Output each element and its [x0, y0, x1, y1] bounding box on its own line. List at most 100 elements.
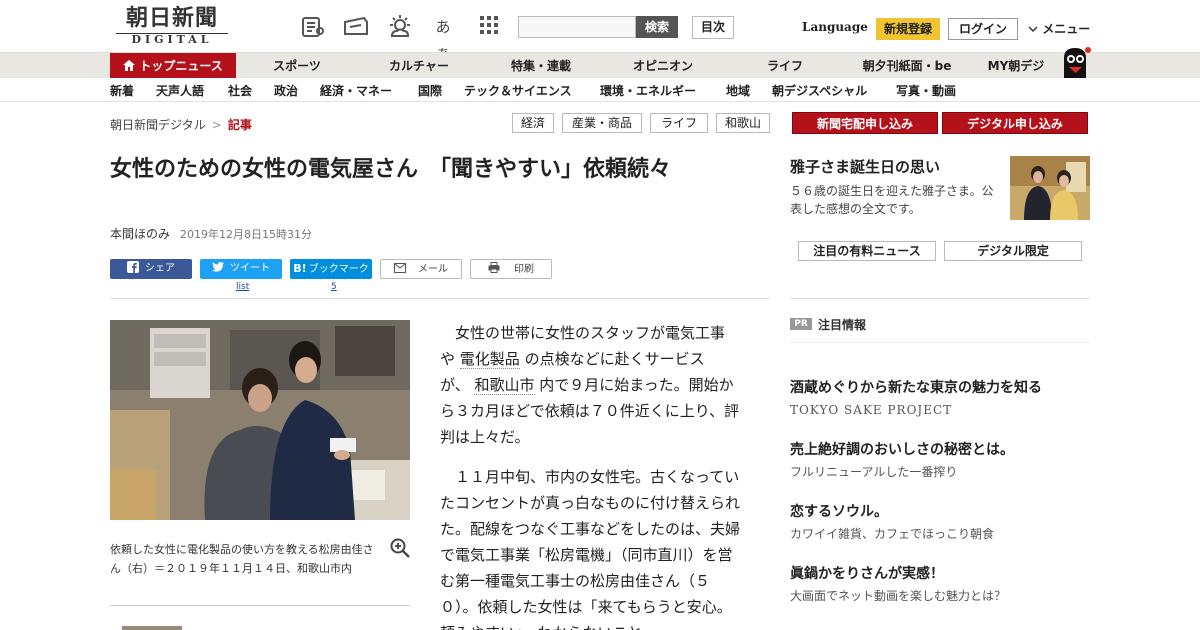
- hatena-count-link[interactable]: 5: [331, 282, 337, 292]
- breadcrumb-separator: >: [211, 118, 222, 132]
- hatena-bookmark-label: ブックマーク: [308, 264, 369, 275]
- tag-life[interactable]: ライフ: [650, 113, 708, 133]
- coupon-ticket-icon[interactable]: [342, 14, 368, 40]
- pr-item-subtitle: カワイイ雑貨、カフェでほっこり朝食: [790, 527, 995, 541]
- font-size-icon[interactable]: あぁ: [430, 14, 456, 62]
- subnav-item-tenseijingo[interactable]: 天声人語: [156, 82, 204, 99]
- article-headline: 女性のための女性の電気屋さん 「聞きやすい」依頼続々: [110, 157, 672, 182]
- toc-button[interactable]: 目次: [692, 16, 734, 39]
- facebook-share-button[interactable]: シェア: [110, 259, 192, 279]
- twitter-bird-icon: [212, 262, 230, 274]
- pr-item-subtitle: 大画面でネット動画を楽しむ魅力とは？: [790, 589, 1007, 603]
- pr-item[interactable]: 売上絶好調のおいしさの秘密とは。 フルリニューアルした一番搾り: [790, 440, 1090, 482]
- news-reader-icon[interactable]: [300, 14, 326, 40]
- subnav-item-environment[interactable]: 環境・エネルギー: [600, 82, 696, 99]
- search-button[interactable]: 検索: [636, 16, 678, 38]
- login-button[interactable]: ログイン: [948, 18, 1018, 40]
- subnav-item-politics[interactable]: 政治: [274, 82, 298, 99]
- related-photo-thumbnail[interactable]: [122, 626, 182, 630]
- category-life[interactable]: ライフ: [738, 53, 832, 79]
- twitter-share-label: ツイート: [230, 263, 270, 274]
- pr-item-title: 売上絶好調のおいしさの秘密とは。: [790, 442, 1014, 458]
- author: 本間ほのみ: [110, 227, 171, 241]
- mascot-character-icon[interactable]: [1058, 44, 1092, 78]
- category-features[interactable]: 特集・連載: [494, 53, 588, 79]
- article-photo[interactable]: [110, 320, 410, 520]
- digital-only-button[interactable]: デジタル限定: [944, 241, 1082, 261]
- publish-date: 2019年12月8日15時31分: [180, 228, 312, 241]
- pr-item-subtitle: TOKYO SAKE PROJECT: [790, 403, 953, 417]
- pr-section-heading: 注目情報: [818, 318, 867, 332]
- twitter-share-button[interactable]: ツイート: [200, 259, 282, 279]
- article-paragraph: 女性の世帯に女性のスタッフが電気工事や 電化製品 の点検などに赴くサービスが、 …: [440, 320, 746, 450]
- paid-news-button[interactable]: 注目の有料ニュース: [798, 241, 936, 261]
- pr-item-title: 恋するソウル。: [790, 504, 888, 520]
- print-button[interactable]: 印刷: [470, 259, 552, 279]
- zoom-magnifier-icon[interactable]: [390, 538, 410, 558]
- byline: 本間ほのみ 2019年12月8日15時31分: [110, 225, 312, 242]
- site-header: 朝日新聞 DIGITAL あぁ 検索 目次 Language 新規登録 ログイン…: [0, 0, 1200, 62]
- divider: [110, 605, 410, 606]
- featured-article-description: ５６歳の誕生日を迎えた雅子さま。公表した感想の全文です。: [790, 184, 994, 216]
- digital-signup-button[interactable]: デジタル申し込み: [942, 112, 1088, 134]
- keyword-link-wakayama[interactable]: 和歌山市: [474, 376, 535, 395]
- logo-sub-text: DIGITAL: [116, 33, 228, 46]
- featured-article-photo[interactable]: [1010, 156, 1090, 220]
- language-link[interactable]: Language: [802, 20, 868, 34]
- breadcrumb-home[interactable]: 朝日新聞デジタル: [110, 118, 206, 132]
- photo-caption: 依頼した女性に電化製品の使い方を教える松房由佳さん（右）＝２０１９年１１月１４日…: [110, 543, 374, 575]
- divider: [790, 342, 1090, 343]
- tag-economy[interactable]: 経済: [512, 113, 554, 133]
- featured-article-title[interactable]: 雅子さま誕生日の思い: [790, 156, 940, 177]
- subnav-item-photo-video[interactable]: 写真・動画: [896, 82, 956, 99]
- facebook-share-label: シェア: [145, 263, 175, 274]
- printer-icon: [488, 262, 514, 275]
- subnav-item-economy[interactable]: 経済・マネー: [320, 82, 392, 99]
- tag-wakayama[interactable]: 和歌山: [716, 113, 770, 133]
- pr-item-subtitle: フルリニューアルした一番搾り: [790, 465, 958, 479]
- subnav-item-society[interactable]: 社会: [228, 82, 252, 99]
- pr-badge: PR: [790, 318, 812, 330]
- category-bar: トップニュース スポーツ カルチャー 特集・連載 オピニオン ライフ 朝夕刊紙面…: [0, 52, 1200, 79]
- print-label: 印刷: [514, 264, 534, 275]
- mail-label: メール: [418, 264, 448, 275]
- pr-item[interactable]: 恋するソウル。 カワイイ雑貨、カフェでほっこり朝食: [790, 502, 1090, 544]
- mail-share-button[interactable]: メール: [380, 259, 462, 279]
- mail-icon: [394, 263, 418, 275]
- category-culture[interactable]: カルチャー: [372, 53, 466, 79]
- category-my-asadigi[interactable]: MY朝デジ: [980, 53, 1052, 79]
- facebook-icon: [127, 261, 145, 274]
- subnav-item-tech-science[interactable]: テック＆サイエンス: [464, 82, 572, 99]
- keyword-link-appliances[interactable]: 電化製品: [459, 350, 520, 369]
- pr-item-title: 酒蔵めぐりから新たな東京の魅力を知る: [790, 380, 1042, 396]
- site-logo[interactable]: 朝日新聞 DIGITAL: [116, 6, 228, 48]
- subnav-item-new[interactable]: 新着: [110, 82, 134, 99]
- hatena-bookmark-button[interactable]: B! ブックマーク: [290, 259, 372, 279]
- article-body: 女性の世帯に女性のスタッフが電気工事や 電化製品 の点検などに赴くサービスが、 …: [440, 320, 746, 630]
- twitter-count-link[interactable]: list: [236, 282, 249, 292]
- weather-icon[interactable]: [386, 14, 412, 40]
- home-icon: [123, 59, 136, 73]
- grid-menu-icon[interactable]: [476, 14, 502, 40]
- article-paragraph: １１月中旬、市内の女性宅。古くなっていたコンセントが真っ白なものに付け替えられた…: [440, 468, 741, 630]
- newspaper-delivery-signup-button[interactable]: 新聞宅配申し込み: [792, 112, 938, 134]
- breadcrumb-current: 記事: [227, 118, 252, 132]
- logo-main-text: 朝日新聞: [125, 5, 218, 31]
- signup-button[interactable]: 新規登録: [876, 18, 940, 40]
- pr-item[interactable]: 酒蔵めぐりから新たな東京の魅力を知る TOKYO SAKE PROJECT: [790, 378, 1090, 420]
- chevron-down-icon: [1028, 22, 1042, 36]
- category-label: トップニュース: [139, 59, 223, 73]
- hatena-b-icon: B!: [293, 262, 307, 275]
- category-sports[interactable]: スポーツ: [250, 53, 344, 79]
- menu-button[interactable]: メニュー: [1028, 20, 1090, 37]
- category-opinion[interactable]: オピニオン: [616, 53, 710, 79]
- subnav-item-special[interactable]: 朝デジスペシャル: [772, 82, 867, 99]
- subnav-item-international[interactable]: 国際: [418, 82, 442, 99]
- sub-navigation: 新着 天声人語 社会 政治 経済・マネー 国際 テック＆サイエンス 環境・エネル…: [0, 78, 1200, 102]
- tag-industry[interactable]: 産業・商品: [562, 113, 642, 133]
- search-input[interactable]: [518, 16, 636, 38]
- pr-item[interactable]: 眞鍋かをりさんが実感！ 大画面でネット動画を楽しむ魅力とは？: [790, 564, 1090, 606]
- category-newspaper[interactable]: 朝夕刊紙面・be: [850, 53, 964, 79]
- subnav-item-region[interactable]: 地域: [726, 82, 750, 99]
- category-top-news[interactable]: トップニュース: [110, 53, 236, 79]
